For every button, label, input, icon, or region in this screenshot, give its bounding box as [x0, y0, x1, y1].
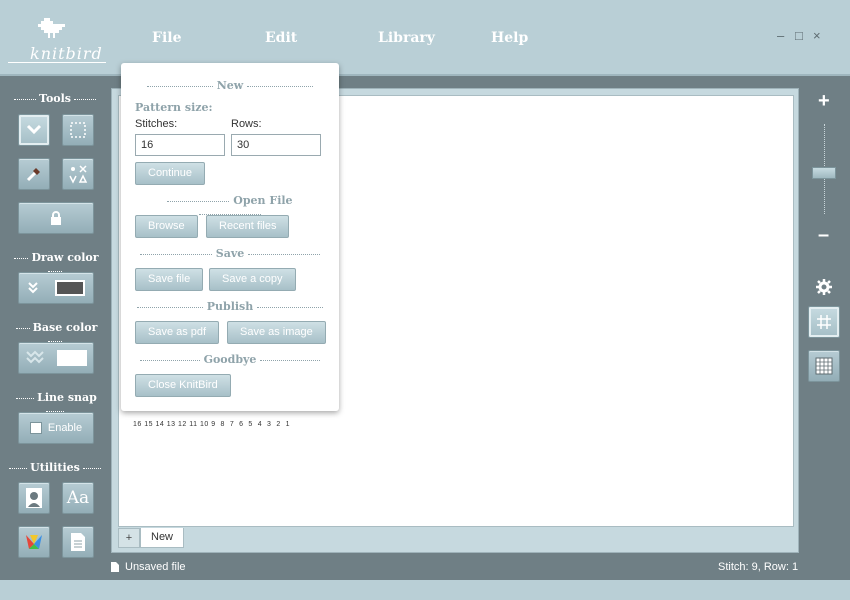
- chevron-down-icon: [26, 124, 42, 135]
- menu-library[interactable]: Library: [378, 30, 435, 46]
- document-icon: [71, 533, 85, 551]
- file-icon: [111, 562, 119, 572]
- selection-icon: [70, 122, 86, 138]
- logo-text: knitbird: [30, 44, 103, 63]
- double-chevron-down-icon: [28, 282, 38, 294]
- menu-edit[interactable]: Edit: [265, 30, 297, 46]
- text-tool-button[interactable]: Aa: [62, 482, 94, 514]
- status-file-label: Unsaved file: [125, 561, 186, 573]
- line-snap-label: Enable: [47, 422, 83, 434]
- tab-new[interactable]: New: [140, 528, 185, 548]
- grid-icon: [817, 315, 831, 329]
- close-window-button[interactable]: ×: [813, 28, 821, 43]
- eyedropper-icon: [26, 168, 40, 182]
- new-section-title: New: [135, 79, 325, 92]
- grid-toggle-button[interactable]: [808, 306, 840, 338]
- save-image-button[interactable]: Save as image: [227, 321, 326, 344]
- knitbird-logo: knitbird: [8, 14, 108, 66]
- bottom-strip: [0, 580, 850, 600]
- pattern-view-button[interactable]: [808, 350, 840, 382]
- pattern-size-label: Pattern size:: [135, 101, 213, 114]
- pattern-grid-icon: [815, 357, 833, 375]
- stitches-input[interactable]: [135, 134, 225, 156]
- symbols-icon: [69, 165, 88, 184]
- photo-import-button[interactable]: [18, 482, 50, 514]
- publish-section-title: Publish: [135, 300, 325, 313]
- status-position: Stitch: 9, Row: 1: [718, 561, 799, 573]
- rows-input[interactable]: [231, 134, 321, 156]
- stitch-tool-button[interactable]: [18, 114, 50, 146]
- portrait-icon: [26, 488, 42, 508]
- symbols-tool-button[interactable]: [62, 158, 94, 190]
- logo-underline: [8, 62, 106, 63]
- save-file-button[interactable]: Save file: [135, 268, 204, 291]
- stitch-ruler: 16 15 14 13 12 11 10 9 8 7 6 5 4 3 2 1: [133, 421, 291, 428]
- document-tabs: + New: [118, 528, 185, 548]
- zoom-out-button[interactable]: –: [818, 224, 829, 247]
- draw-color-swatch: [55, 280, 85, 296]
- file-menu-dropdown: New Pattern size: Stitches: Rows: Contin…: [121, 63, 339, 411]
- eyedropper-tool-button[interactable]: [18, 158, 50, 190]
- document-button[interactable]: [62, 526, 94, 558]
- select-tool-button[interactable]: [62, 114, 94, 146]
- status-file: Unsaved file: [110, 561, 186, 573]
- lock-button[interactable]: [18, 202, 94, 234]
- draw-color-button[interactable]: [18, 272, 94, 304]
- gear-icon[interactable]: [816, 279, 832, 295]
- save-section-title: Save: [135, 247, 325, 260]
- minimize-button[interactable]: –: [777, 28, 784, 43]
- palette-button[interactable]: [18, 526, 50, 558]
- zoom-slider-handle[interactable]: [812, 166, 836, 179]
- base-color-button[interactable]: [18, 342, 94, 374]
- font-icon: Aa: [66, 488, 90, 508]
- lock-icon: [51, 211, 61, 225]
- close-knitbird-button[interactable]: Close KnitBird: [135, 374, 231, 397]
- color-palette-icon: [26, 535, 42, 549]
- right-sidebar: + –: [804, 78, 850, 578]
- tools-title: Tools: [4, 92, 106, 105]
- goodbye-section-title: Goodbye: [135, 353, 325, 366]
- maximize-button[interactable]: □: [795, 28, 803, 43]
- continue-button[interactable]: Continue: [135, 162, 206, 185]
- browse-button[interactable]: Browse: [135, 215, 198, 238]
- stitches-label: Stitches:: [135, 118, 178, 130]
- line-snap-checkbox[interactable]: [29, 422, 42, 434]
- base-color-swatch: [56, 350, 87, 366]
- zoom-in-button[interactable]: +: [818, 90, 830, 113]
- save-copy-button[interactable]: Save a copy: [209, 268, 296, 291]
- add-tab-button[interactable]: +: [118, 528, 140, 548]
- left-sidebar: Tools Draw color Base color Line snap En…: [0, 78, 110, 578]
- menu-file[interactable]: File: [152, 30, 181, 46]
- menu-help[interactable]: Help: [491, 30, 528, 46]
- utilities-title: Utilities: [4, 461, 106, 474]
- save-pdf-button[interactable]: Save as pdf: [135, 321, 220, 344]
- line-snap-toggle[interactable]: Enable: [18, 412, 94, 444]
- rows-label: Rows:: [231, 118, 262, 130]
- chevron-pattern-icon: [25, 350, 44, 364]
- recent-files-button[interactable]: Recent files: [206, 215, 290, 238]
